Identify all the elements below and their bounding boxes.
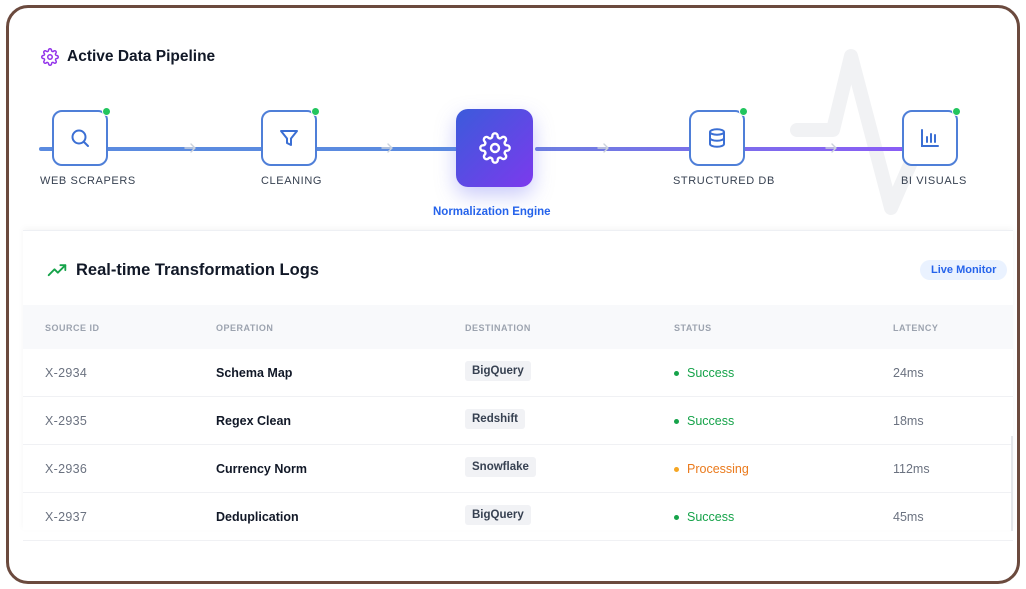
logs-title: Real-time Transformation Logs [76,261,319,279]
node-label: WEB SCRAPERS [40,175,136,187]
pipeline-node-structured-db[interactable] [689,107,748,166]
status-dot [739,107,748,116]
status-dot [102,107,111,116]
arrow-right-icon [184,143,196,153]
node-label: STRUCTURED DB [673,175,775,187]
source-id: X-2935 [45,414,88,428]
column-header: OPERATION [216,323,274,333]
gear-icon [41,48,59,66]
node-label: BI VISUALS [901,175,967,187]
table-row[interactable]: X-2934 Schema Map BigQuery Success 24ms [23,349,1013,397]
node-label: CLEANING [261,175,323,187]
table-row[interactable]: X-2936 Currency Norm Snowflake Processin… [23,445,1013,493]
app-frame: Active Data Pipeline WEB SCRAPERS CLEANI… [6,5,1020,584]
pipeline-node-bi-visuals[interactable] [902,107,961,166]
bar-chart-icon [921,129,939,147]
table-header: SOURCE ID OPERATION DESTINATION STATUS L… [23,305,1013,349]
column-header: DESTINATION [465,323,531,333]
column-header: STATUS [674,323,712,333]
destination-tag: BigQuery [465,361,531,381]
status: Success [674,366,734,380]
trending-up-icon [47,263,67,276]
source-id: X-2934 [45,366,88,380]
arrow-right-icon [381,143,393,153]
status-text: Success [687,414,735,428]
source-id: X-2937 [45,510,88,524]
operation: Currency Norm [216,462,307,476]
operation: Schema Map [216,366,293,380]
arrow-right-icon [825,143,837,153]
destination-tag: BigQuery [465,505,531,525]
pipeline-header: Active Data Pipeline [41,48,215,66]
latency: 18ms [893,414,924,428]
pipeline-title: Active Data Pipeline [67,48,216,65]
status-dot [674,370,679,376]
status: Success [674,510,734,524]
status-dot [311,107,320,116]
search-icon [71,129,89,147]
column-header: LATENCY [893,323,939,333]
transformation-logs-card: Real-time Transformation Logs Live Monit… [23,230,1013,541]
pipeline-node-web-scrapers[interactable] [52,107,111,166]
status-text: Success [687,366,735,380]
status-dot [952,107,961,116]
latency: 24ms [893,366,924,380]
column-header: SOURCE ID [45,323,100,333]
pipeline-node-cleaning[interactable] [261,107,320,166]
normalization-engine-node[interactable] [456,109,533,187]
gear-icon [478,132,511,164]
source-id: X-2936 [45,462,88,476]
engine-label: Normalization Engine [433,206,551,218]
table-row[interactable]: X-2937 Deduplication BigQuery Success 45… [23,493,1013,541]
operation: Deduplication [216,510,299,524]
live-monitor-badge[interactable]: Live Monitor [920,260,1008,280]
destination-tag: Snowflake [465,457,536,477]
logs-header: Real-time Transformation Logs [47,261,319,280]
status: Processing [674,462,749,476]
latency: 112ms [893,462,930,476]
filter-icon [280,130,298,146]
operation: Regex Clean [216,414,292,428]
destination-tag: Redshift [465,409,525,429]
scrollbar[interactable] [1011,436,1013,531]
table-row[interactable]: X-2935 Regex Clean Redshift Success 18ms [23,397,1013,445]
status-dot [674,418,679,424]
database-icon [709,128,725,148]
status: Success [674,414,734,428]
status-dot [674,514,679,520]
status-text: Success [687,510,735,524]
status-text: Processing [687,462,749,476]
arrow-right-icon [597,143,609,153]
status-dot [674,466,679,472]
latency: 45ms [893,510,924,524]
